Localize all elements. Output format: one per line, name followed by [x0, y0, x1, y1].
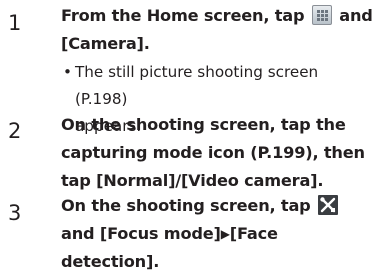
- instruction-line: From the Home screen, tap and: [61, 2, 381, 30]
- instruction-text: On the shooting screen, tap: [61, 196, 316, 215]
- note-line: The still picture shooting screen (P.198…: [75, 63, 319, 108]
- instruction-line: tap [Normal]/[Video camera].: [61, 171, 324, 190]
- instruction-text: and [Focus mode]: [61, 224, 221, 243]
- arrow-right-icon: ▶: [220, 227, 230, 241]
- step-2: 2 On the shooting screen, tap the captur…: [0, 111, 384, 195]
- instruction-text: and: [333, 6, 373, 25]
- instruction-line: detection].: [61, 252, 160, 271]
- step-number: 3: [8, 201, 22, 225]
- step-1: 1 From the Home screen, tap and [Camera]…: [0, 2, 384, 135]
- instruction-line: and [Focus mode]▶[Face: [61, 220, 381, 248]
- settings-tools-icon: [318, 195, 338, 215]
- instruction-text: From the Home screen, tap: [61, 6, 310, 25]
- instruction-line: On the shooting screen, tap: [61, 192, 381, 220]
- instruction-line: capturing mode icon (P.199), then: [61, 143, 365, 162]
- instruction-line: On the shooting screen, tap the: [61, 115, 346, 134]
- step-number: 1: [8, 11, 22, 35]
- instruction-line: [Camera].: [61, 34, 150, 53]
- step-instruction: From the Home screen, tap and [Camera].: [61, 2, 381, 58]
- step-instruction: On the shooting screen, tap the capturin…: [61, 111, 381, 195]
- step-instruction: On the shooting screen, tap and [Focus m…: [61, 192, 381, 276]
- apps-grid-icon: [311, 5, 332, 25]
- step-number: 2: [8, 119, 22, 143]
- bullet: •: [63, 63, 72, 81]
- instruction-text: [Face: [229, 224, 278, 243]
- step-3: 3 On the shooting screen, tap and [Focus…: [0, 192, 384, 276]
